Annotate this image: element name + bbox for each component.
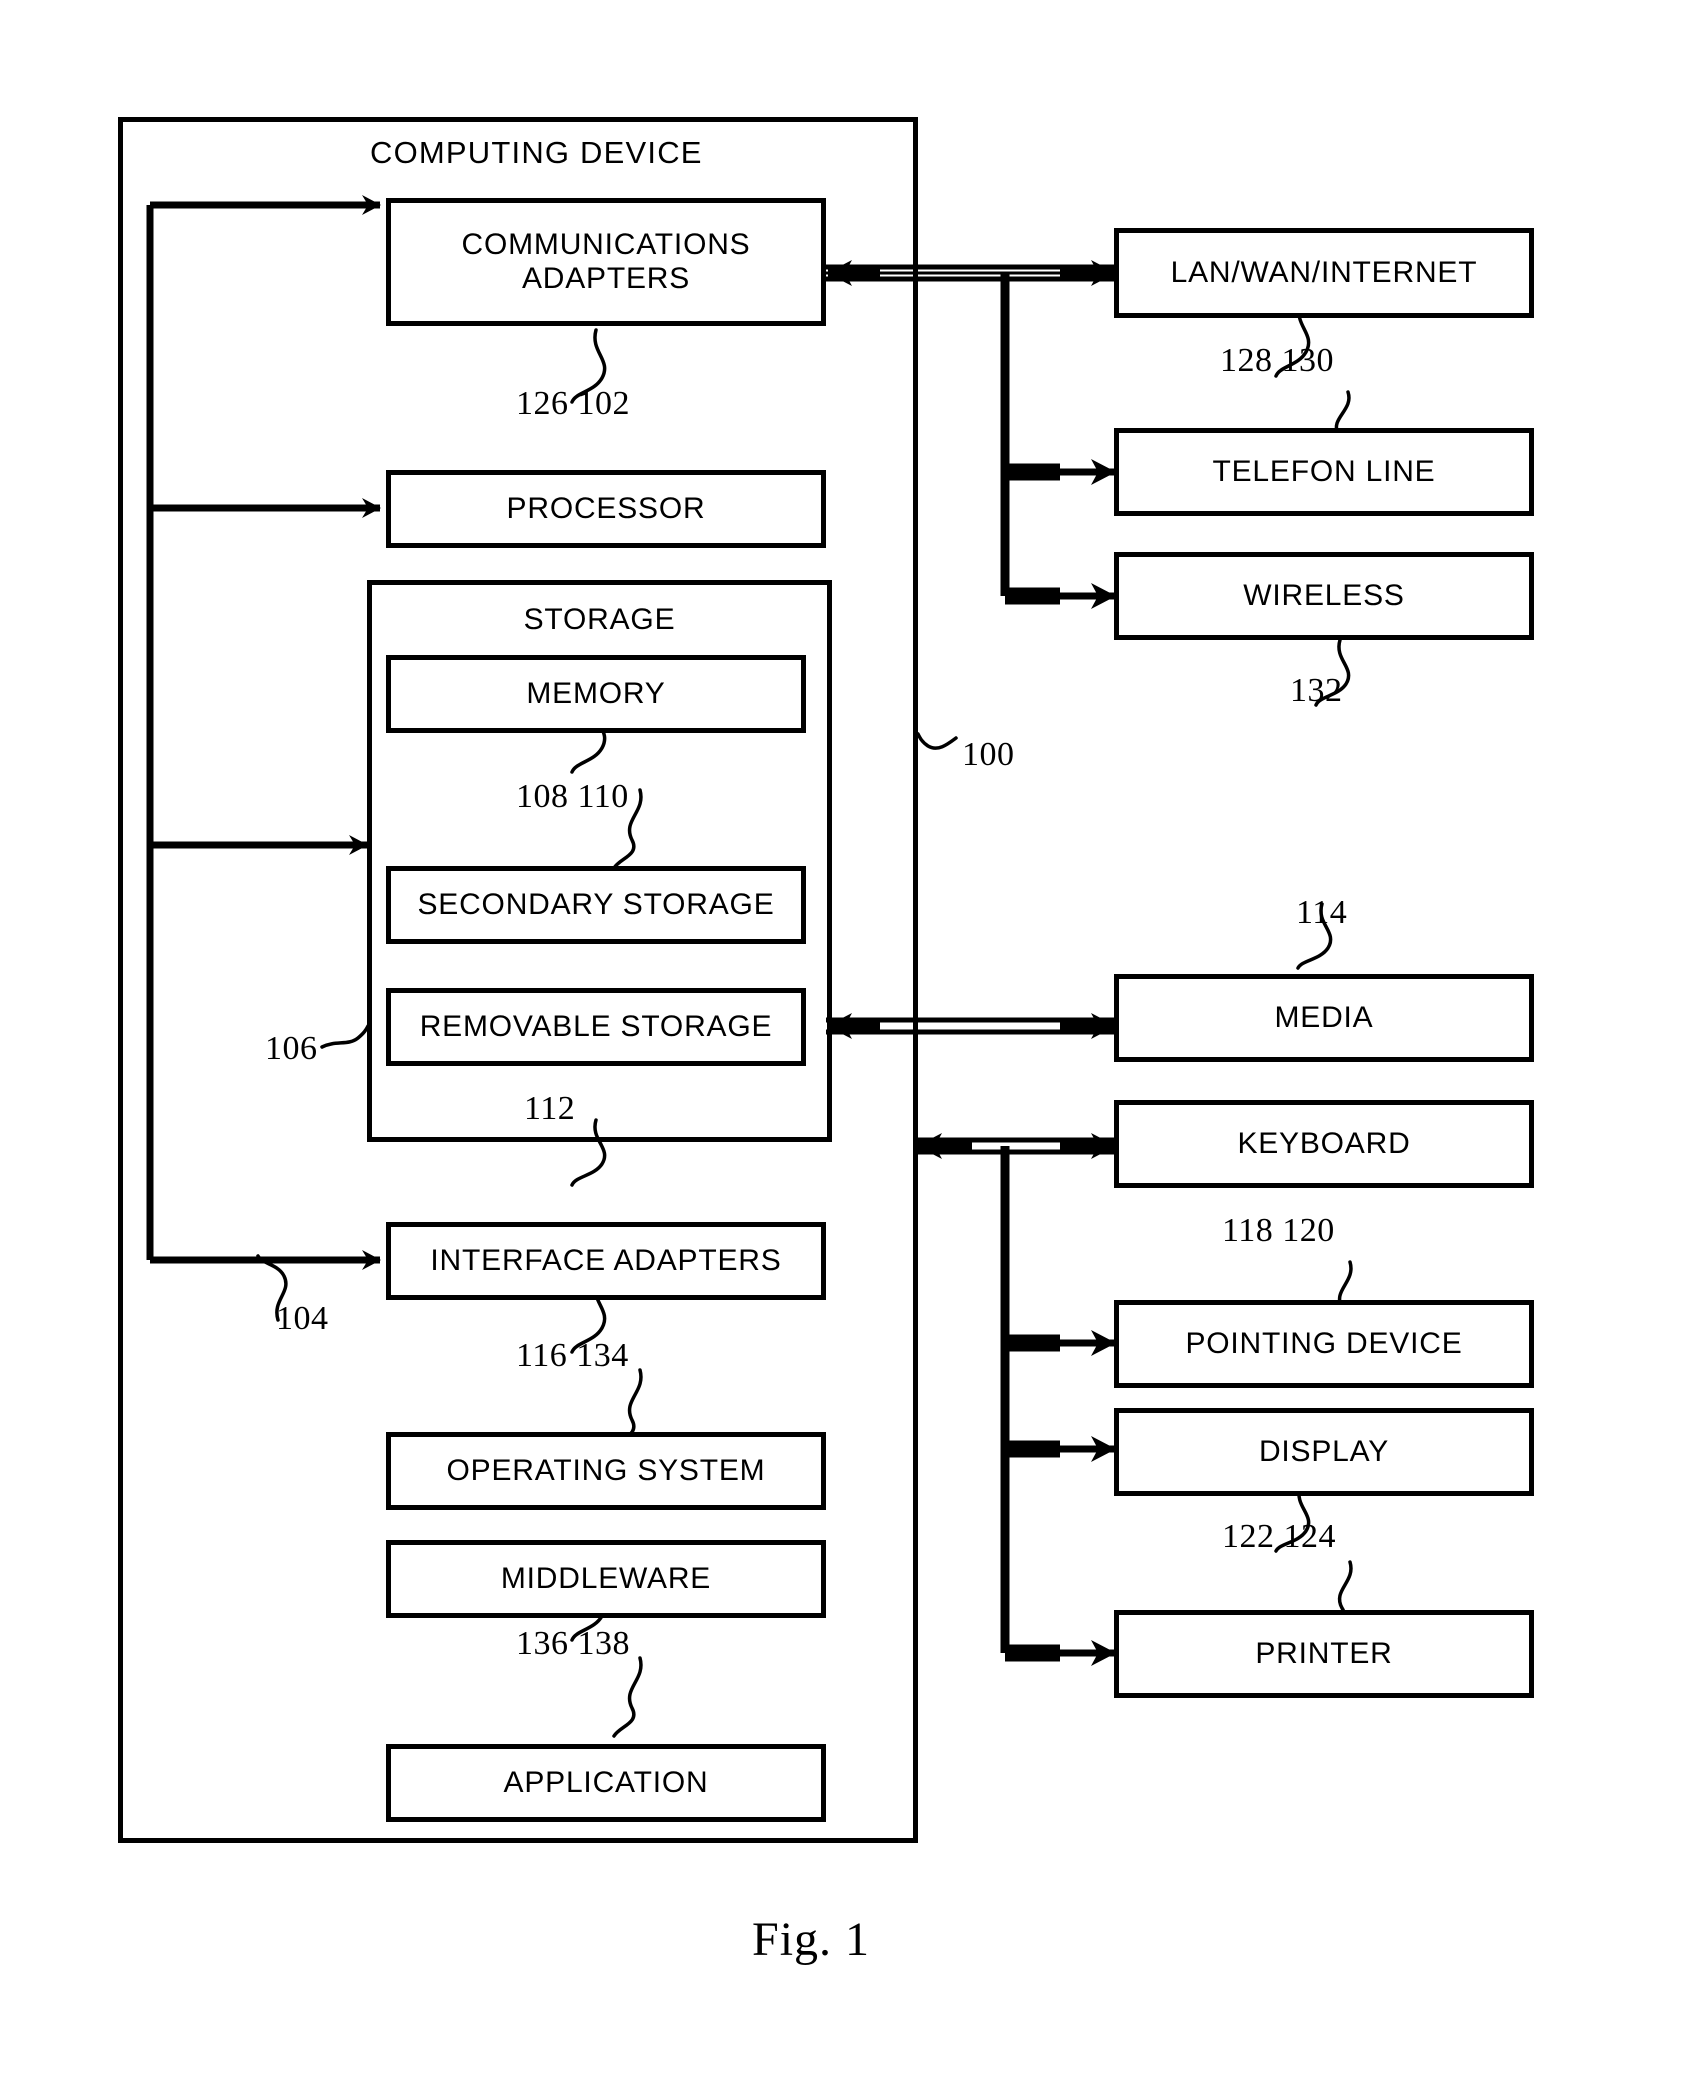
- refnum-storage-group: 106: [265, 1030, 318, 1067]
- block-communications-adapters-label: COMMUNICATIONS ADAPTERS: [461, 228, 751, 295]
- refnum-display: 122 124: [1222, 1518, 1336, 1555]
- block-interface-adapters[interactable]: INTERFACE ADAPTERS: [386, 1222, 826, 1300]
- block-wireless-label: WIRELESS: [1243, 579, 1405, 613]
- refnum-communications-adapters: 126 102: [516, 385, 630, 422]
- refnum-interface-adapters: 116 134: [516, 1337, 629, 1374]
- refnum-middleware: 136 138: [516, 1625, 630, 1662]
- block-memory-label: MEMORY: [526, 677, 666, 711]
- block-pointing-device[interactable]: POINTING DEVICE: [1114, 1300, 1534, 1388]
- block-memory[interactable]: MEMORY: [386, 655, 806, 733]
- block-printer[interactable]: PRINTER: [1114, 1610, 1534, 1698]
- block-display-label: DISPLAY: [1258, 1435, 1390, 1469]
- block-lan-wan-internet[interactable]: LAN/WAN/INTERNET: [1114, 228, 1534, 318]
- refnum-media: 114: [1296, 894, 1348, 931]
- block-wireless[interactable]: WIRELESS: [1114, 552, 1534, 640]
- computing-device-title: COMPUTING DEVICE: [370, 135, 703, 170]
- block-operating-system[interactable]: OPERATING SYSTEM: [386, 1432, 826, 1510]
- block-pointing-device-label: POINTING DEVICE: [1185, 1327, 1463, 1361]
- block-application[interactable]: APPLICATION: [386, 1744, 826, 1822]
- block-secondary-storage[interactable]: SECONDARY STORAGE: [386, 866, 806, 944]
- block-telefon-line[interactable]: TELEFON LINE: [1114, 428, 1534, 516]
- figure-caption: Fig. 1: [752, 1913, 871, 1966]
- block-middleware[interactable]: MIDDLEWARE: [386, 1540, 826, 1618]
- block-printer-label: PRINTER: [1255, 1637, 1393, 1671]
- group-storage-label: STORAGE: [523, 603, 676, 636]
- refnum-removable-storage: 112: [524, 1090, 576, 1127]
- block-processor-label: PROCESSOR: [506, 492, 706, 526]
- refnum-bus-left: 104: [276, 1300, 329, 1337]
- block-removable-storage[interactable]: REMOVABLE STORAGE: [386, 988, 806, 1066]
- block-application-label: APPLICATION: [503, 1766, 709, 1800]
- refnum-wireless: 132: [1290, 672, 1343, 709]
- block-secondary-storage-label: SECONDARY STORAGE: [417, 888, 775, 922]
- refnum-computing-device: 100: [962, 736, 1015, 773]
- block-lan-wan-internet-label: LAN/WAN/INTERNET: [1170, 256, 1478, 290]
- block-middleware-label: MIDDLEWARE: [500, 1562, 712, 1596]
- refnum-lan-wan-internet: 128 130: [1220, 342, 1334, 379]
- block-display[interactable]: DISPLAY: [1114, 1408, 1534, 1496]
- refnum-memory: 108 110: [516, 778, 629, 815]
- block-keyboard-label: KEYBOARD: [1237, 1127, 1411, 1161]
- block-removable-storage-label: REMOVABLE STORAGE: [419, 1010, 773, 1044]
- block-media-label: MEDIA: [1274, 1001, 1374, 1035]
- figure-page: COMPUTING DEVICE COMMUNICATIONS ADAPTERS…: [0, 0, 1701, 2078]
- block-telefon-line-label: TELEFON LINE: [1212, 455, 1436, 489]
- block-processor[interactable]: PROCESSOR: [386, 470, 826, 548]
- block-operating-system-label: OPERATING SYSTEM: [446, 1454, 766, 1488]
- block-media[interactable]: MEDIA: [1114, 974, 1534, 1062]
- block-keyboard[interactable]: KEYBOARD: [1114, 1100, 1534, 1188]
- block-communications-adapters[interactable]: COMMUNICATIONS ADAPTERS: [386, 198, 826, 326]
- refnum-keyboard: 118 120: [1222, 1212, 1335, 1249]
- block-interface-adapters-label: INTERFACE ADAPTERS: [430, 1244, 782, 1278]
